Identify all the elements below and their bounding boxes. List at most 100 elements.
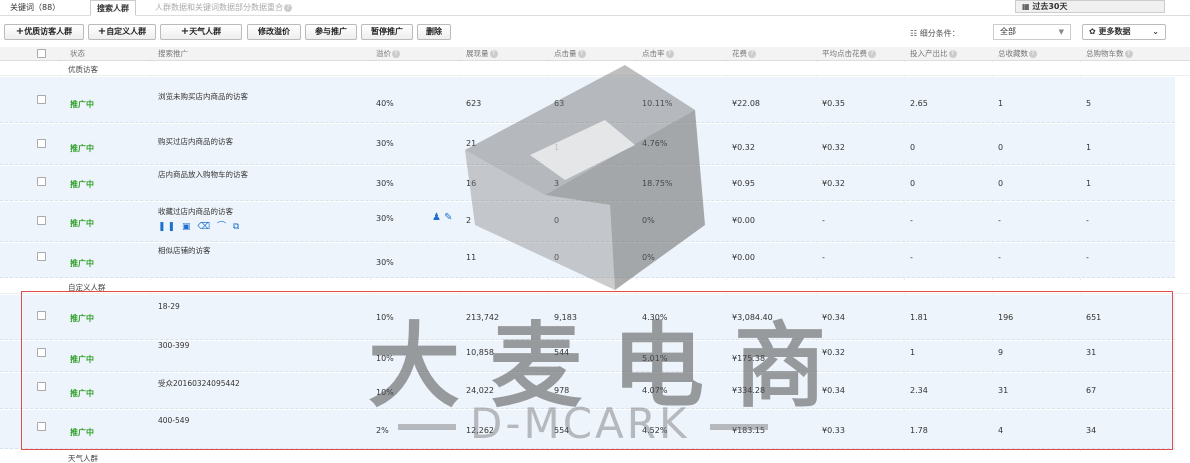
status-label: 推广中 [70,180,94,189]
table-row[interactable]: 推广中 相似店铺的访客 30% 11 0 0% ¥0.00 - - - - [0,243,1175,278]
roi-value: 0 [910,179,916,188]
column-header-clicks-text: 点击量 [554,49,577,58]
ctr-value: 18.75% [642,179,673,188]
crowd-name: 18-29 [158,302,180,311]
cost-value: ¥0.32 [732,143,755,152]
status-label: 推广中 [70,428,94,437]
add-weather-label: 天气人群 [189,27,222,36]
roi-value: - [910,216,913,225]
row-checkbox[interactable] [37,382,46,391]
column-header-favorites[interactable]: 总收藏数? [998,47,1037,61]
add-visitor-crowd-button[interactable]: +优质访客人群 [4,24,84,40]
gear-icon: ✿ [1089,27,1096,36]
column-header-name: 搜索推广 [158,49,188,58]
ctr-value: 0% [642,216,655,225]
tab-keyword[interactable]: 关键词（88） [10,0,60,15]
column-header-roi-text: 投入产出比 [910,49,948,58]
tab-search-crowd[interactable]: 搜索人群 [90,0,136,16]
premium-value[interactable]: 30% [376,179,394,188]
modify-premium-button[interactable]: 修改溢价 [247,24,301,40]
row-checkbox[interactable] [37,422,46,431]
help-icon: ? [1029,50,1037,58]
watermark-dash [398,424,456,430]
column-header-impressions[interactable]: 展现量? [466,47,498,61]
help-icon[interactable]: ? [284,3,292,12]
impressions-value: 2 [466,216,472,225]
cpc-value: ¥0.35 [822,99,845,108]
column-header-impressions-text: 展现量 [466,49,489,58]
impressions-value: 16 [466,179,477,188]
premium-value[interactable]: 30% [376,258,394,267]
roi-value: 2.34 [910,386,928,395]
column-header-cost[interactable]: 花费? [732,47,756,61]
roi-value: - [910,253,913,262]
row-checkbox[interactable] [37,216,46,225]
premium-value[interactable]: 30% [376,139,394,148]
user-icon[interactable]: ♟ [432,212,441,223]
pause-promo-button[interactable]: 暂停推广 [361,24,413,40]
column-header-status: 状态 [70,49,85,58]
filter-select-value: 全部 [1000,27,1016,36]
help-icon: ? [1124,50,1133,58]
plus-icon: + [97,26,107,37]
ctr-value: 4.76% [642,139,668,148]
crowd-name: 相似店铺的访客 [158,246,211,255]
clicks-value: 0 [554,216,560,225]
cpc-value: ¥0.33 [822,426,845,435]
premium-value[interactable]: 2% [376,426,389,435]
favorites-value: - [998,216,1001,225]
cost-value: ¥0.00 [732,253,755,262]
status-label: 推广中 [70,144,94,153]
column-header-clicks[interactable]: 点击量? [554,47,586,61]
filter-label: ☷ 细分条件： [910,28,960,39]
impressions-value: 623 [466,99,482,108]
more-data-label: 更多数据 [1098,27,1131,36]
add-weather-crowd-button[interactable]: +天气人群 [160,24,242,40]
row-checkbox[interactable] [37,95,46,104]
table-row[interactable]: 推广中 收藏过店内商品的访客 ❚❚ ▣ ⌫ ⌒ ⧉ 30% ♟ ✎ 2 0 0%… [0,202,1175,242]
table-row[interactable]: 推广中 浏览未购买店内商品的访客 40% 623 63 10.11% ¥22.0… [0,77,1175,123]
table-row[interactable]: 推广中 购买过店内商品的访客 30% 21 1 4.76% ¥0.32 ¥0.3… [0,124,1175,165]
clicks-value: 0 [554,253,560,262]
chart-icon[interactable]: ⌒ [217,222,228,232]
premium-value[interactable]: 40% [376,99,394,108]
favorites-value: 0 [998,143,1004,152]
clipboard-icon[interactable]: ▣ [182,222,193,232]
row-checkbox[interactable] [37,252,46,261]
favorites-value: 31 [998,386,1009,395]
row-checkbox[interactable] [37,177,46,186]
clicks-value: 3 [554,179,560,188]
favorites-value: 0 [998,179,1004,188]
row-checkbox[interactable] [37,311,46,320]
group-row-visitors: 优质访客 [0,62,1190,76]
premium-value[interactable]: 30% [376,214,394,223]
column-header-premium[interactable]: 溢价? [376,47,400,61]
trash-icon[interactable]: ⌫ [197,222,212,232]
select-all-checkbox[interactable] [37,49,46,58]
carts-value: 1 [1086,143,1092,152]
impressions-value: 11 [466,253,477,262]
help-icon: ? [748,50,756,58]
date-range-button[interactable]: ▦ 过去30天 [1015,0,1165,13]
crowd-name: 400-549 [158,416,190,425]
column-header-roi[interactable]: 投入产出比? [910,47,957,61]
row-actions: ❚❚ ▣ ⌫ ⌒ ⧉ [158,219,241,232]
table-row[interactable]: 推广中 店内商品放入购物车的访客 30% 16 3 18.75% ¥0.95 ¥… [0,166,1175,201]
row-checkbox[interactable] [37,139,46,148]
column-header-ctr[interactable]: 点击率? [642,47,674,61]
join-promo-button[interactable]: 参与推广 [305,24,357,40]
carts-value: 651 [1086,313,1102,322]
filter-select[interactable]: 全部 ▼ [993,24,1071,40]
help-icon: ? [392,50,400,58]
column-header-cpc[interactable]: 平均点击花费? [822,47,876,61]
row-checkbox[interactable] [37,348,46,357]
copy-icon[interactable]: ⧉ [233,222,241,232]
pencil-icon[interactable]: ✎ [444,212,452,223]
column-header-carts-text: 总购物车数 [1086,49,1124,58]
more-data-button[interactable]: ✿ 更多数据 ⌄ [1082,24,1166,40]
pause-icon[interactable]: ❚❚ [158,222,177,232]
add-custom-crowd-button[interactable]: +自定义人群 [88,24,156,40]
chevron-down-icon: ⌄ [1152,27,1159,36]
column-header-carts[interactable]: 总购物车数? [1086,47,1133,61]
delete-button[interactable]: 删除 [417,24,451,40]
